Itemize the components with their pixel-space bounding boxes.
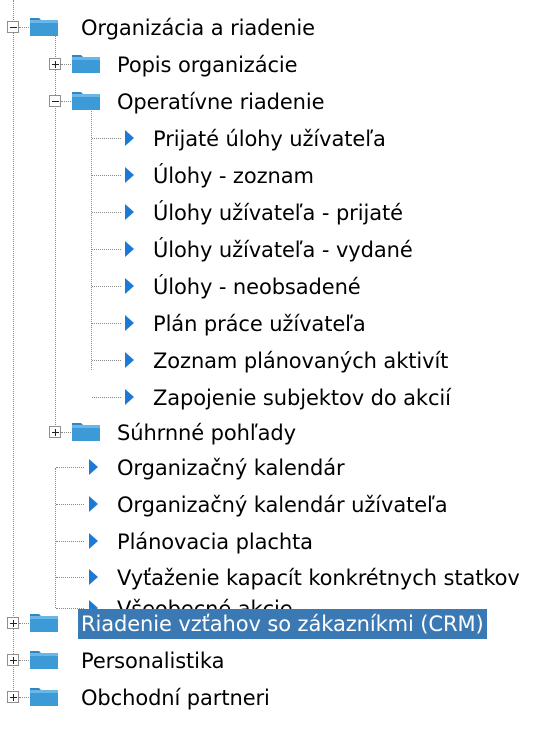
tree-node-label: Úlohy - neobsadené: [153, 274, 361, 299]
tree-node-operativne[interactable]: Operatívne riadenie: [114, 83, 327, 120]
tree-node-plan-prace[interactable]: Plán práce užívateľa: [150, 305, 369, 342]
collapse-toggle[interactable]: [7, 21, 19, 33]
tree-line: [19, 697, 29, 698]
tree-node-obchodni[interactable]: Obchodní partneri: [78, 679, 273, 716]
tree-node-label: Personalistika: [81, 648, 225, 673]
item-arrow-icon: [89, 459, 98, 475]
tree-node-personalistika[interactable]: Personalistika: [78, 642, 227, 679]
item-arrow-icon: [89, 569, 98, 585]
tree-line: [61, 64, 71, 65]
folder-icon: [30, 614, 58, 632]
folder-icon: [72, 423, 100, 441]
tree-line: [92, 175, 121, 176]
expand-toggle[interactable]: [7, 617, 19, 629]
tree-line: [19, 623, 29, 624]
tree-node-ulohy-neobsadene[interactable]: Úlohy - neobsadené: [150, 268, 364, 305]
tree-node-ulohy-zoznam[interactable]: Úlohy - zoznam: [150, 157, 317, 194]
tree-node-suhrnne[interactable]: Súhrnné pohľady: [114, 414, 299, 451]
tree-node-org-kalendar[interactable]: Organizačný kalendár: [114, 449, 348, 486]
tree-line: [92, 249, 121, 250]
tree-node-label: Plán práce užívateľa: [153, 311, 366, 336]
tree-node-label: Zoznam plánovaných aktivít: [153, 348, 449, 373]
tree-line: [13, 0, 14, 696]
tree-node-label: Organizačný kalendár užívateľa: [117, 492, 448, 517]
tree-node-org-kalendar-uz[interactable]: Organizačný kalendár užívateľa: [114, 486, 451, 523]
folder-icon: [72, 92, 100, 110]
tree-line: [56, 467, 84, 468]
tree-line: [61, 101, 71, 102]
navigation-tree: Organizácia a riadenie Popis organizácie…: [0, 0, 555, 734]
tree-line: [55, 468, 56, 608]
expand-toggle[interactable]: [7, 691, 19, 703]
tree-node-label: Vyťaženie kapacít konkrétnych statkov: [117, 565, 520, 590]
tree-node-organizacia[interactable]: Organizácia a riadenie: [78, 9, 318, 46]
expand-toggle[interactable]: [49, 426, 61, 438]
tree-node-ulohy-prijate[interactable]: Úlohy užívateľa - prijaté: [150, 194, 406, 231]
tree-line: [92, 323, 121, 324]
tree-node-label-selected: Riadenie vzťahov so zákazníkmi (CRM): [78, 608, 487, 639]
tree-line: [92, 286, 121, 287]
tree-line: [19, 27, 29, 28]
tree-node-label: Organizačný kalendár: [117, 455, 345, 480]
folder-icon: [30, 18, 58, 36]
folder-icon: [30, 688, 58, 706]
item-arrow-icon: [125, 241, 134, 257]
expand-toggle[interactable]: [49, 58, 61, 70]
tree-node-crm[interactable]: Riadenie vzťahov so zákazníkmi (CRM): [78, 605, 487, 642]
tree-node-label: Úlohy užívateľa - vydané: [153, 237, 413, 262]
item-arrow-icon: [125, 167, 134, 183]
tree-node-label: Úlohy - zoznam: [153, 163, 314, 188]
tree-line: [56, 577, 84, 578]
item-arrow-icon: [125, 278, 134, 294]
tree-line: [92, 138, 121, 139]
item-arrow-icon: [125, 352, 134, 368]
tree-node-label: Operatívne riadenie: [117, 89, 325, 114]
item-arrow-icon: [125, 315, 134, 331]
item-arrow-icon: [89, 496, 98, 512]
tree-node-label: Plánovacia plachta: [117, 529, 313, 554]
item-arrow-icon: [125, 389, 134, 405]
tree-node-popis[interactable]: Popis organizácie: [114, 46, 301, 83]
item-arrow-icon: [89, 533, 98, 549]
tree-node-label: Súhrnné pohľady: [117, 420, 296, 445]
item-arrow-icon: [125, 130, 134, 146]
collapse-toggle[interactable]: [49, 95, 61, 107]
tree-line: [56, 541, 84, 542]
folder-icon: [30, 651, 58, 669]
tree-line: [92, 212, 121, 213]
tree-node-label: Prijaté úlohy užívateľa: [153, 126, 386, 151]
tree-node-zapojenie[interactable]: Zapojenie subjektov do akcií: [150, 379, 454, 416]
tree-node-zoznam-aktivit[interactable]: Zoznam plánovaných aktivít: [150, 342, 451, 379]
tree-line: [92, 360, 121, 361]
tree-node-label: Zapojenie subjektov do akcií: [153, 385, 451, 410]
tree-line: [91, 100, 92, 370]
tree-node-label: Popis organizácie: [117, 52, 298, 77]
tree-line: [19, 660, 29, 661]
tree-line: [56, 504, 84, 505]
tree-line: [61, 432, 71, 433]
folder-icon: [72, 55, 100, 73]
tree-line: [92, 397, 121, 398]
item-arrow-icon: [125, 204, 134, 220]
tree-node-label: Úlohy užívateľa - prijaté: [153, 200, 403, 225]
tree-node-label: Organizácia a riadenie: [81, 15, 315, 40]
tree-node-label: Obchodní partneri: [81, 685, 270, 710]
tree-node-planovacia[interactable]: Plánovacia plachta: [114, 523, 316, 560]
tree-node-prijate-ulohy[interactable]: Prijaté úlohy užívateľa: [150, 120, 389, 157]
expand-toggle[interactable]: [7, 654, 19, 666]
tree-node-ulohy-vydane[interactable]: Úlohy užívateľa - vydané: [150, 231, 416, 268]
